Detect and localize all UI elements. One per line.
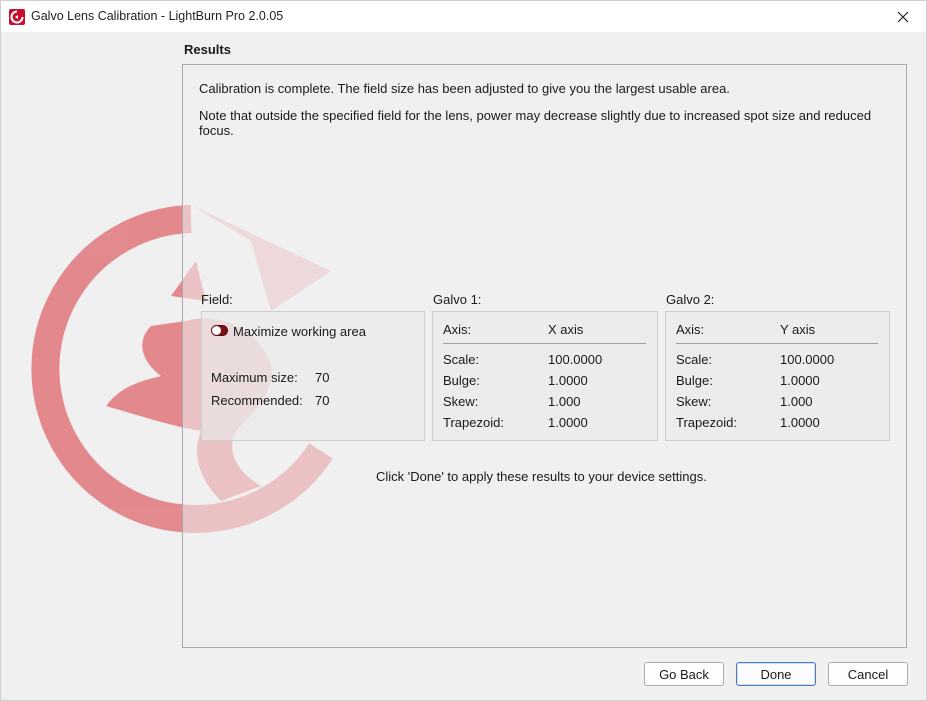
- galvo2-skew-value: 1.000: [780, 394, 813, 409]
- galvo2-separator: [676, 343, 878, 344]
- maximum-size-value: 70: [315, 370, 330, 385]
- galvo2-scale-value: 100.0000: [780, 352, 835, 367]
- galvo1-group-label: Galvo 1:: [433, 292, 482, 307]
- power-note: Note that outside the specified field fo…: [199, 108, 872, 138]
- done-button[interactable]: Done: [736, 662, 816, 686]
- galvo1-scale-label: Scale:: [443, 352, 480, 367]
- galvo2-group-label: Galvo 2:: [666, 292, 715, 307]
- recommended-label: Recommended:: [211, 393, 303, 408]
- lightburn-logo-icon: [9, 9, 25, 25]
- galvo2-skew-label: Skew:: [676, 394, 712, 409]
- window-title: Galvo Lens Calibration - LightBurn Pro 2…: [31, 9, 284, 23]
- galvo2-axis-value: Y axis: [780, 322, 816, 337]
- close-button[interactable]: [880, 1, 926, 32]
- close-icon: [897, 11, 909, 22]
- galvo2-scale-label: Scale:: [676, 352, 713, 367]
- galvo1-axis-label: Axis:: [443, 322, 472, 337]
- title-bar: Galvo Lens Calibration - LightBurn Pro 2…: [1, 1, 926, 32]
- galvo1-axis-value: X axis: [548, 322, 584, 337]
- calibration-dialog: Galvo Lens Calibration - LightBurn Pro 2…: [0, 0, 927, 701]
- galvo2-bulge-value: 1.0000: [780, 373, 820, 388]
- galvo2-axis-label: Axis:: [676, 322, 705, 337]
- recommended-value: 70: [315, 393, 330, 408]
- completion-message: Calibration is complete. The field size …: [199, 81, 730, 96]
- cancel-button[interactable]: Cancel: [828, 662, 908, 686]
- apply-instruction: Click 'Done' to apply these results to y…: [376, 469, 707, 484]
- maximize-working-area-toggle[interactable]: [211, 325, 228, 336]
- galvo1-trapezoid-label: Trapezoid:: [443, 415, 504, 430]
- maximize-working-area-label: Maximize working area: [233, 324, 366, 339]
- galvo2-trapezoid-value: 1.0000: [780, 415, 820, 430]
- galvo1-skew-label: Skew:: [443, 394, 479, 409]
- field-group-label: Field:: [201, 292, 233, 307]
- galvo1-trapezoid-value: 1.0000: [548, 415, 588, 430]
- go-back-button[interactable]: Go Back: [644, 662, 724, 686]
- page-title: Results: [184, 42, 231, 57]
- galvo1-separator: [443, 343, 646, 344]
- galvo1-bulge-value: 1.0000: [548, 373, 588, 388]
- maximum-size-label: Maximum size:: [211, 370, 298, 385]
- galvo1-bulge-label: Bulge:: [443, 373, 480, 388]
- galvo1-scale-value: 100.0000: [548, 352, 603, 367]
- galvo1-skew-value: 1.000: [548, 394, 581, 409]
- galvo2-bulge-label: Bulge:: [676, 373, 713, 388]
- galvo2-trapezoid-label: Trapezoid:: [676, 415, 737, 430]
